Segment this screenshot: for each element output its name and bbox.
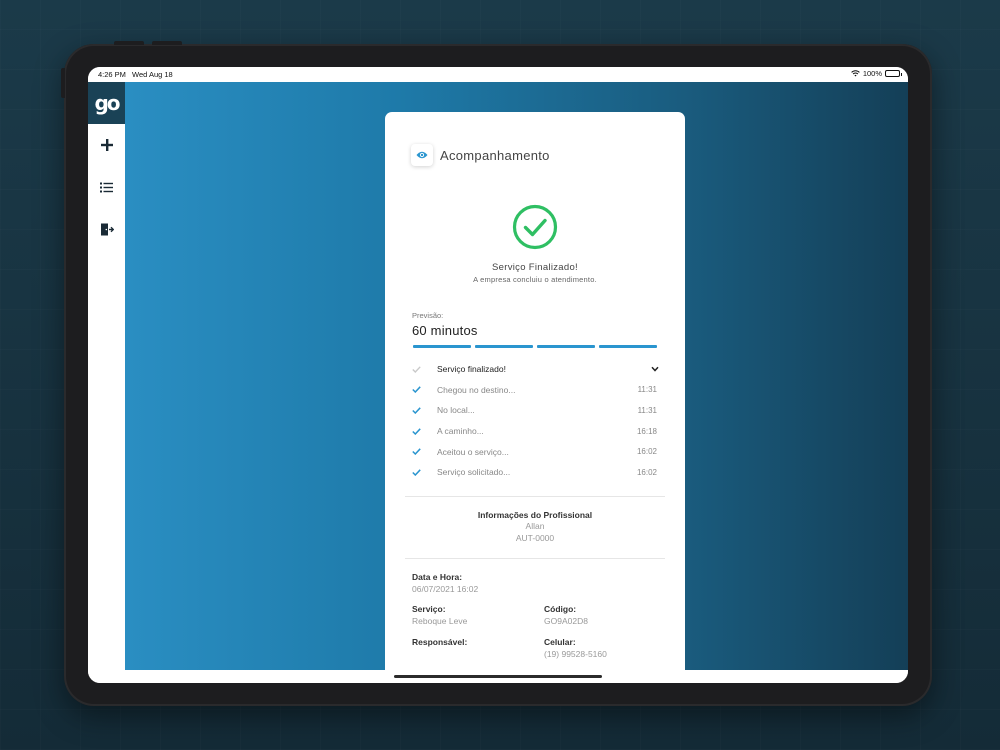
timeline-item: No local... 11:31 xyxy=(409,400,659,421)
app-logo[interactable]: go xyxy=(88,82,125,124)
success-check-icon xyxy=(512,204,558,250)
status-bar: 4:26 PM Wed Aug 18 100% xyxy=(88,67,908,82)
logout-button[interactable] xyxy=(88,208,125,250)
progress-segment xyxy=(599,345,657,348)
forecast-label: Previsão: xyxy=(412,311,444,320)
check-icon xyxy=(409,465,423,479)
status-right: 100% xyxy=(851,69,902,78)
device-button xyxy=(114,41,144,45)
check-icon xyxy=(409,383,423,397)
timeline-time: 16:02 xyxy=(636,467,657,477)
main-area: Acompanhamento Serviço Finalizado! A emp… xyxy=(125,82,908,672)
status-subtitle: A empresa concluiu o atendimento. xyxy=(473,275,597,284)
timeline-label: Serviço solicitado... xyxy=(437,467,511,478)
status-timeline: Serviço finalizado! Chegou no destino...… xyxy=(409,359,659,483)
wifi-icon xyxy=(851,70,860,77)
check-icon xyxy=(409,424,423,438)
forecast-value: 60 minutos xyxy=(412,323,478,338)
card-title: Acompanhamento xyxy=(440,147,550,163)
code-label: Código: xyxy=(544,604,577,614)
battery-icon xyxy=(885,70,902,77)
card-header: Acompanhamento xyxy=(411,144,550,166)
new-service-button[interactable] xyxy=(88,124,125,166)
timeline-label: Serviço finalizado! xyxy=(437,364,506,375)
device-button xyxy=(152,41,182,45)
professional-name: Allan xyxy=(525,521,545,531)
timeline-time: 16:02 xyxy=(636,447,657,457)
services-list-button[interactable] xyxy=(88,166,125,208)
list-icon xyxy=(100,182,113,192)
check-icon xyxy=(409,362,423,376)
check-icon xyxy=(409,445,423,459)
timeline-item: Aceitou o serviço... 16:02 xyxy=(409,441,659,462)
check-icon xyxy=(409,403,423,417)
datetime-value: 06/07/2021 16:02 xyxy=(412,584,479,594)
divider xyxy=(405,496,665,497)
timeline-label: Aceitou o serviço... xyxy=(437,446,509,457)
timeline-time: 11:31 xyxy=(637,405,657,415)
timeline-header-row[interactable]: Serviço finalizado! xyxy=(409,359,659,380)
responsible-label: Responsável: xyxy=(412,637,468,647)
timeline-time: 11:31 xyxy=(637,385,657,395)
eye-icon xyxy=(416,151,428,159)
professional-title: Informações do Profissional xyxy=(477,510,593,520)
divider xyxy=(405,558,665,559)
status-date: Wed Aug 18 xyxy=(132,70,173,79)
chevron-down-icon[interactable] xyxy=(645,366,659,372)
timeline-label: No local... xyxy=(437,405,475,416)
timeline-item: A caminho... 16:18 xyxy=(409,421,659,442)
datetime-label: Data e Hora: xyxy=(412,572,463,582)
status-title: Serviço Finalizado! xyxy=(492,262,578,273)
device-button xyxy=(61,68,65,98)
sidebar: go xyxy=(88,82,125,683)
status-time: 4:26 PM xyxy=(98,70,126,79)
home-indicator[interactable] xyxy=(394,675,602,678)
timeline-item: Serviço solicitado... 16:02 xyxy=(409,462,659,483)
screen: 4:26 PM Wed Aug 18 100% go Acompanhament… xyxy=(88,67,908,683)
battery-percent: 100% xyxy=(862,69,882,78)
timeline-item: Chegou no destino... 11:31 xyxy=(409,380,659,401)
code-value: GO9A02D8 xyxy=(544,616,588,626)
logout-icon xyxy=(100,223,114,235)
eye-icon-box xyxy=(411,144,433,166)
forecast-progress-bar xyxy=(413,345,657,348)
timeline-label: Chegou no destino... xyxy=(437,384,516,395)
plus-icon xyxy=(100,139,113,151)
service-value: Reboque Leve xyxy=(412,616,468,626)
tracking-card: Acompanhamento Serviço Finalizado! A emp… xyxy=(385,112,685,672)
service-label: Serviço: xyxy=(412,604,446,614)
phone-value[interactable]: (19) 99528-5160 xyxy=(544,649,607,659)
timeline-label: A caminho... xyxy=(437,426,484,437)
progress-segment xyxy=(413,345,471,348)
progress-segment xyxy=(475,345,533,348)
phone-label: Celular: xyxy=(544,637,576,647)
progress-segment xyxy=(537,345,595,348)
professional-id: AUT-0000 xyxy=(515,533,555,543)
timeline-time: 16:18 xyxy=(636,426,657,436)
